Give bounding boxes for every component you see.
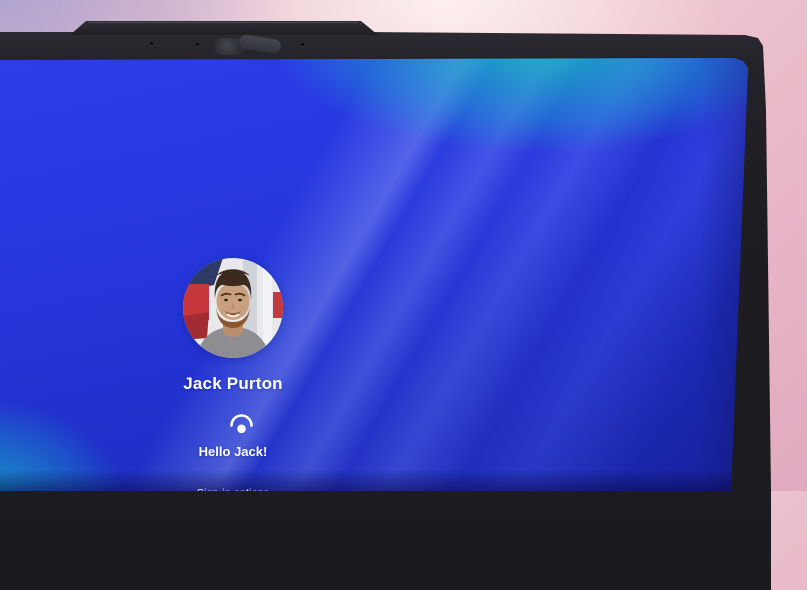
microphone-hole (196, 43, 199, 46)
notch-rim-highlight (88, 22, 358, 23)
laptop-screen: Jack Purton Hello Jack! Sign-in options (0, 58, 760, 491)
user-name: Jack Purton (183, 374, 283, 394)
greeting-text: Hello Jack! (199, 444, 268, 459)
microphone-hole (301, 43, 304, 46)
avatar-photo-svg (183, 258, 283, 358)
avatar (183, 258, 283, 358)
camera-notch (70, 21, 378, 35)
wallpaper-shading (0, 58, 760, 491)
microphone-hole (150, 42, 153, 45)
webcam-module (215, 36, 281, 55)
webcam-privacy-shutter-icon (238, 34, 282, 54)
windows-hello-face-scan-icon (228, 413, 255, 435)
